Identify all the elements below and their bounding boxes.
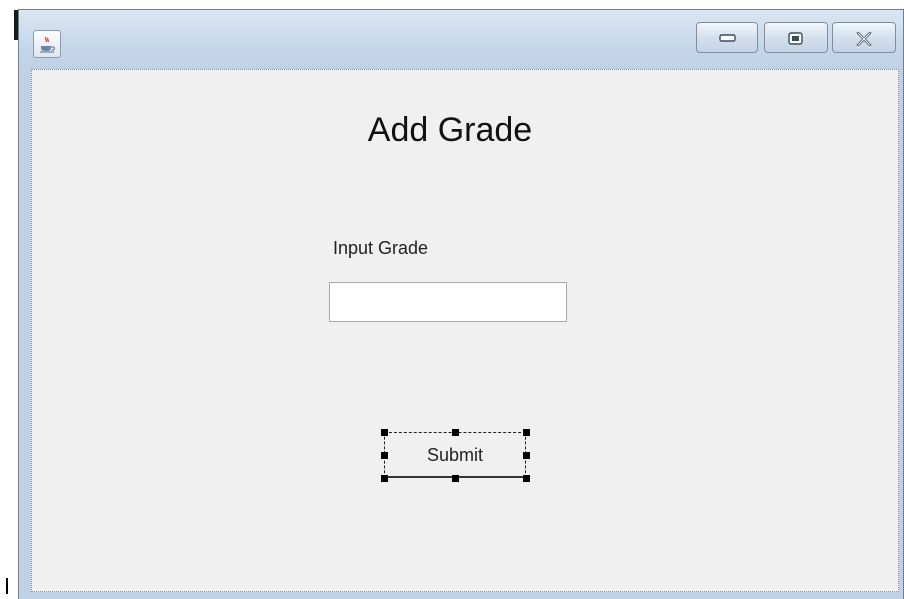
maximize-button[interactable]: [764, 22, 828, 53]
java-cup-icon[interactable]: [33, 30, 61, 58]
close-icon: [856, 32, 872, 46]
desktop-edge: [0, 0, 20, 599]
selection-handle-bottom-right[interactable]: [523, 475, 530, 482]
grade-label: Input Grade: [333, 238, 429, 258]
submit-button-label: Submit: [426, 444, 484, 465]
minimize-icon: [719, 34, 736, 42]
selection-handle-top[interactable]: [452, 429, 459, 436]
selection-handle-bottom-left[interactable]: [381, 475, 388, 482]
selection-handle-bottom[interactable]: [452, 475, 459, 482]
grade-input[interactable]: [329, 282, 567, 322]
page-title: Add Grade: [367, 111, 533, 149]
minimize-button[interactable]: [696, 22, 758, 53]
submit-button[interactable]: Submit: [384, 432, 526, 478]
selection-handle-left[interactable]: [381, 452, 388, 459]
maximize-icon: [788, 32, 803, 45]
close-button[interactable]: [832, 22, 896, 53]
selection-handle-top-right[interactable]: [523, 429, 530, 436]
selection-handle-right[interactable]: [523, 452, 530, 459]
selection-handle-top-left[interactable]: [381, 429, 388, 436]
text-caret: [6, 578, 8, 594]
